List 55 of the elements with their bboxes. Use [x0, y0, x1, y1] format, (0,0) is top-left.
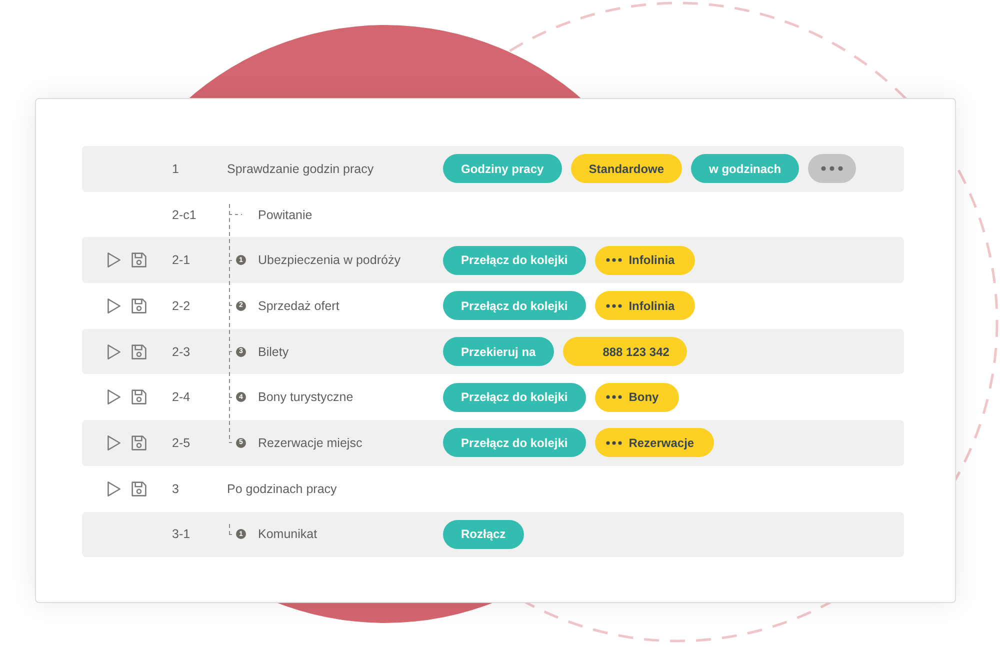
- action-button[interactable]: Godziny pracy: [443, 154, 562, 184]
- step-number: 2-4: [172, 390, 190, 404]
- ellipsis-icon: [606, 258, 622, 262]
- branch-line: [229, 351, 235, 352]
- step-number: 2-1: [172, 253, 190, 268]
- action-button[interactable]: Rozłącz: [443, 520, 524, 549]
- step-number: 1: [172, 162, 179, 176]
- play-icon[interactable]: [107, 344, 121, 360]
- save-icon[interactable]: [131, 298, 147, 314]
- queue-button[interactable]: Infolinia: [594, 246, 695, 275]
- more-button[interactable]: [808, 154, 856, 184]
- step-number: 2-c1: [172, 208, 196, 222]
- branch-line: [229, 534, 235, 535]
- step-number: 2-5: [172, 436, 190, 450]
- save-icon[interactable]: [131, 434, 147, 451]
- ellipsis-icon: [606, 395, 622, 400]
- save-icon[interactable]: [131, 389, 147, 406]
- ellipsis-icon: [821, 166, 844, 172]
- step-number: 2-3: [172, 344, 190, 359]
- queue-button[interactable]: Bony: [594, 382, 679, 412]
- queue-button[interactable]: Rezerwacje: [594, 428, 714, 458]
- step-label: Sprzedaż ofert: [258, 298, 340, 313]
- play-icon[interactable]: [107, 252, 121, 268]
- action-button[interactable]: Przełącz do kolejki: [443, 291, 586, 320]
- step-label: Bony turystyczne: [258, 390, 354, 404]
- action-button[interactable]: Przełącz do kolejki: [443, 428, 586, 458]
- step-label: Ubezpieczenia w podróży: [258, 253, 400, 268]
- branch-line: [229, 214, 242, 216]
- step-number: 3-1: [172, 527, 190, 542]
- step-number: 3: [172, 482, 179, 496]
- step-label: Rezerwacje miejsc: [258, 436, 362, 450]
- ellipsis-icon: [606, 440, 622, 445]
- step-label: Bilety: [258, 344, 289, 359]
- save-icon[interactable]: [131, 252, 147, 268]
- ellipsis-icon: [606, 304, 622, 308]
- action-button[interactable]: w godzinach: [691, 154, 800, 184]
- step-label: Powitanie: [258, 208, 312, 222]
- play-icon[interactable]: [107, 480, 121, 497]
- play-icon[interactable]: [107, 434, 121, 451]
- step-label: Po godzinach pracy: [227, 482, 337, 496]
- action-button[interactable]: Przekieruj na: [443, 337, 554, 366]
- action-button[interactable]: Przełącz do kolejki: [443, 382, 586, 412]
- save-icon[interactable]: [131, 344, 147, 360]
- branch-line: [229, 396, 235, 398]
- step-label: Sprawdzanie godzin pracy: [227, 162, 374, 176]
- play-icon[interactable]: [107, 389, 121, 406]
- play-icon[interactable]: [107, 298, 121, 314]
- step-number: 2-2: [172, 298, 190, 313]
- phone-number-button[interactable]: 888 123 342: [562, 337, 688, 366]
- save-icon[interactable]: [131, 480, 147, 497]
- tree-line: [229, 524, 230, 534]
- action-button[interactable]: Przełącz do kolejki: [443, 246, 586, 275]
- step-label: Komunikat: [258, 527, 318, 542]
- queue-button[interactable]: Infolinia: [594, 291, 695, 320]
- option-button[interactable]: Standardowe: [570, 154, 682, 184]
